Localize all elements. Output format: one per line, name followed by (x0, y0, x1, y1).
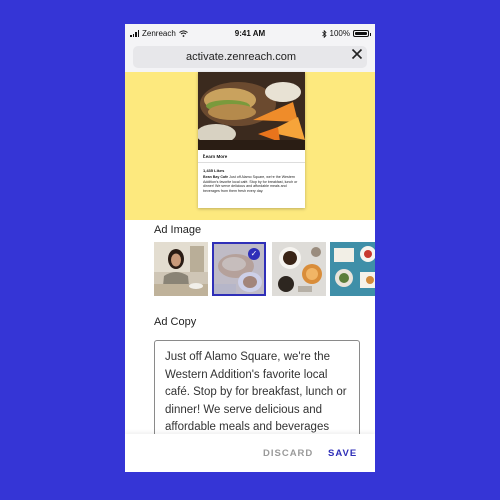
action-footer: DISCARD SAVE (125, 434, 375, 472)
close-icon[interactable] (351, 48, 363, 60)
ad-description: Bean Bay Cafe Just off Alamo Square, we'… (203, 175, 301, 193)
battery-icon (353, 30, 371, 37)
selected-check-icon: ✓ (248, 248, 260, 260)
ad-likes-count: 1,435 Likes (203, 168, 225, 173)
browser-bar: activate.zenreach.com (125, 42, 375, 88)
chevron-right-icon: › (203, 153, 205, 159)
ad-preview-image (198, 72, 305, 150)
save-button[interactable]: SAVE (328, 448, 357, 459)
ad-image-carousel[interactable]: ✓ (154, 242, 375, 296)
ad-image-label: Ad Image (154, 224, 202, 236)
ad-preview-card: Learn More › 1,435 Likes Bean Bay Cafe J… (198, 72, 305, 208)
image-option-blue-table-food[interactable] (330, 242, 375, 296)
image-option-bread-and-tea[interactable]: ✓ (212, 242, 266, 296)
battery-percent: 100% (329, 29, 350, 38)
image-option-woman-at-table[interactable] (154, 242, 208, 296)
phone-frame: Zenreach 9:41 AM 100% activate.zenreach.… (125, 24, 375, 472)
bluetooth-icon (321, 29, 327, 38)
status-bar: Zenreach 9:41 AM 100% (125, 24, 375, 42)
ad-preview-area: Learn More › 1,435 Likes Bean Bay Cafe J… (125, 72, 375, 220)
url-text: activate.zenreach.com (185, 51, 297, 63)
ad-business-name: Bean Bay Cafe (203, 175, 229, 179)
image-option-coffee-flatlay[interactable] (272, 242, 326, 296)
ad-copy-label: Ad Copy (154, 316, 197, 328)
learn-more-link[interactable]: Learn More › (198, 150, 305, 163)
url-field[interactable]: activate.zenreach.com (133, 46, 367, 68)
discard-button[interactable]: DISCARD (263, 448, 313, 459)
